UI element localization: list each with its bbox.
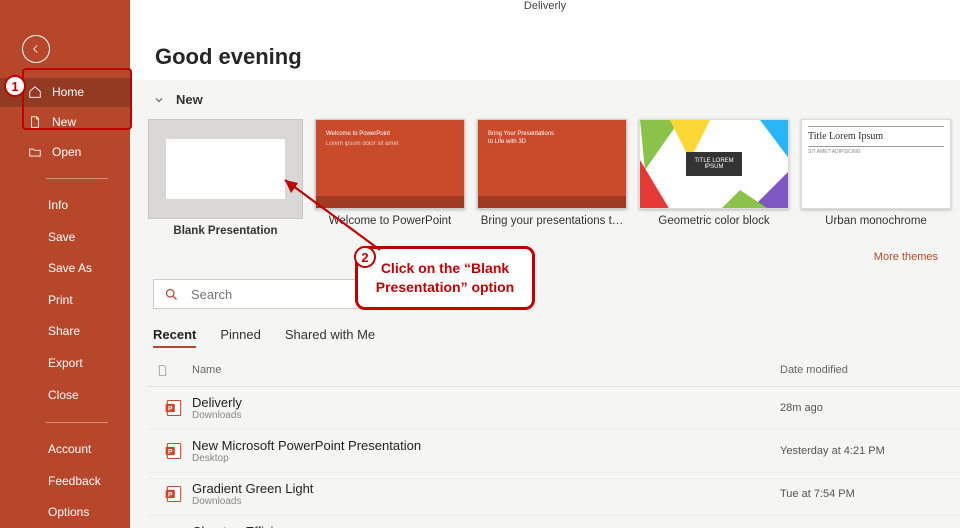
- powerpoint-file-icon: P: [156, 398, 192, 418]
- template-3d[interactable]: Bring Your Presentations to Life with 3D…: [477, 119, 627, 237]
- file-list: PDeliverlyDownloads28m agoPNew Microsoft…: [148, 387, 960, 528]
- sidebar-item-print[interactable]: Print: [0, 284, 130, 316]
- recent-tabs: Recent Pinned Shared with Me: [148, 309, 960, 354]
- new-section-label: New: [176, 92, 203, 107]
- sidebar-item-info[interactable]: Info: [0, 189, 130, 221]
- svg-text:P: P: [168, 449, 173, 456]
- sidebar-label-open: Open: [52, 145, 81, 159]
- sidebar-item-new[interactable]: New: [0, 107, 130, 137]
- sidebar-item-export[interactable]: Export: [0, 347, 130, 379]
- file-date: 28m ago: [780, 402, 960, 414]
- file-name: Deliverly: [192, 395, 780, 410]
- template-geometric[interactable]: TITLE LOREM IPSUM Geometric color block: [639, 119, 789, 237]
- template-blank-presentation[interactable]: Blank Presentation: [148, 119, 303, 237]
- template-urban[interactable]: Title Lorem Ipsum SIT AMET ADIPISCING Ur…: [801, 119, 951, 237]
- file-name: New Microsoft PowerPoint Presentation: [192, 438, 780, 453]
- search-box[interactable]: [153, 279, 503, 309]
- template-geometric-label: Geometric color block: [639, 215, 789, 227]
- file-location: Downloads: [192, 410, 780, 421]
- file-location: Desktop: [192, 453, 780, 464]
- svg-text:P: P: [168, 406, 173, 413]
- tab-shared[interactable]: Shared with Me: [285, 327, 375, 348]
- template-blank-thumb: [148, 119, 303, 219]
- new-section-header[interactable]: New: [148, 92, 960, 107]
- sidebar-item-account[interactable]: Account: [0, 433, 130, 465]
- open-folder-icon: [28, 145, 42, 159]
- search-icon: [164, 287, 179, 302]
- template-urban-thumb: Title Lorem Ipsum SIT AMET ADIPISCING: [801, 119, 951, 209]
- file-row[interactable]: P New Microsoft PowerPoint PresentationDe…: [148, 430, 960, 473]
- new-file-icon: [28, 115, 42, 129]
- tab-pinned[interactable]: Pinned: [220, 327, 260, 348]
- sidebar-item-save[interactable]: Save: [0, 221, 130, 253]
- sidebar-item-feedback[interactable]: Feedback: [0, 465, 130, 497]
- sidebar-item-open[interactable]: Open: [0, 137, 130, 167]
- greeting-heading: Good evening: [130, 24, 960, 80]
- column-date[interactable]: Date modified: [780, 364, 960, 380]
- sidebar-item-home[interactable]: Home: [0, 78, 130, 108]
- sidebar-item-save-as[interactable]: Save As: [0, 253, 130, 285]
- template-gallery: Blank Presentation Welcome to PowerPoint…: [148, 119, 960, 237]
- template-welcome-thumb: Welcome to PowerPoint Lorem ipsum dolor …: [315, 119, 465, 209]
- sidebar-divider-1: [46, 178, 108, 179]
- back-button[interactable]: [22, 35, 50, 63]
- file-name: Chapter_Efficiency: [192, 524, 780, 528]
- template-blank-label: Blank Presentation: [148, 225, 303, 237]
- template-3d-thumb: Bring Your Presentations to Life with 3D: [477, 119, 627, 209]
- file-header-icon: [156, 364, 169, 377]
- powerpoint-file-icon: P: [156, 484, 192, 504]
- template-welcome[interactable]: Welcome to PowerPoint Lorem ipsum dolor …: [315, 119, 465, 237]
- file-row[interactable]: P Gradient Green LightDownloadsTue at 7:5…: [148, 473, 960, 516]
- document-title: Deliverly: [524, 0, 566, 12]
- back-arrow-icon: [29, 42, 43, 56]
- template-welcome-label: Welcome to PowerPoint: [315, 215, 465, 227]
- sidebar-item-close[interactable]: Close: [0, 379, 130, 411]
- file-location: Downloads: [192, 496, 780, 507]
- file-row[interactable]: PChapter_EfficiencyDownloadsJuly 6: [148, 516, 960, 528]
- sidebar-label-new: New: [52, 115, 76, 129]
- file-row[interactable]: P DeliverlyDownloads28m ago: [148, 387, 960, 430]
- file-name: Gradient Green Light: [192, 481, 780, 496]
- sidebar-item-options[interactable]: Options: [0, 496, 130, 528]
- tab-recent[interactable]: Recent: [153, 327, 196, 348]
- title-bar: Deliverly: [130, 0, 960, 24]
- template-geometric-thumb: TITLE LOREM IPSUM: [639, 119, 789, 209]
- chevron-down-icon: [152, 93, 166, 107]
- main-area: Deliverly Good evening New Blank Present…: [130, 0, 960, 528]
- more-themes-link[interactable]: More themes: [148, 237, 960, 279]
- powerpoint-file-icon: P: [156, 441, 192, 461]
- svg-text:P: P: [168, 492, 173, 499]
- file-date: Yesterday at 4:21 PM: [780, 445, 960, 457]
- template-urban-label: Urban monochrome: [801, 215, 951, 227]
- file-date: Tue at 7:54 PM: [780, 488, 960, 500]
- file-list-header: Name Date modified: [148, 354, 960, 387]
- home-icon: [28, 85, 42, 99]
- sidebar-label-home: Home: [52, 85, 84, 99]
- template-3d-label: Bring your presentations t…: [477, 215, 627, 227]
- search-input[interactable]: [191, 287, 492, 302]
- column-name[interactable]: Name: [192, 364, 780, 380]
- sidebar-divider-2: [46, 422, 108, 423]
- sidebar-item-share[interactable]: Share: [0, 316, 130, 348]
- backstage-sidebar: Home New Open Info Save Save As Print Sh…: [0, 0, 130, 528]
